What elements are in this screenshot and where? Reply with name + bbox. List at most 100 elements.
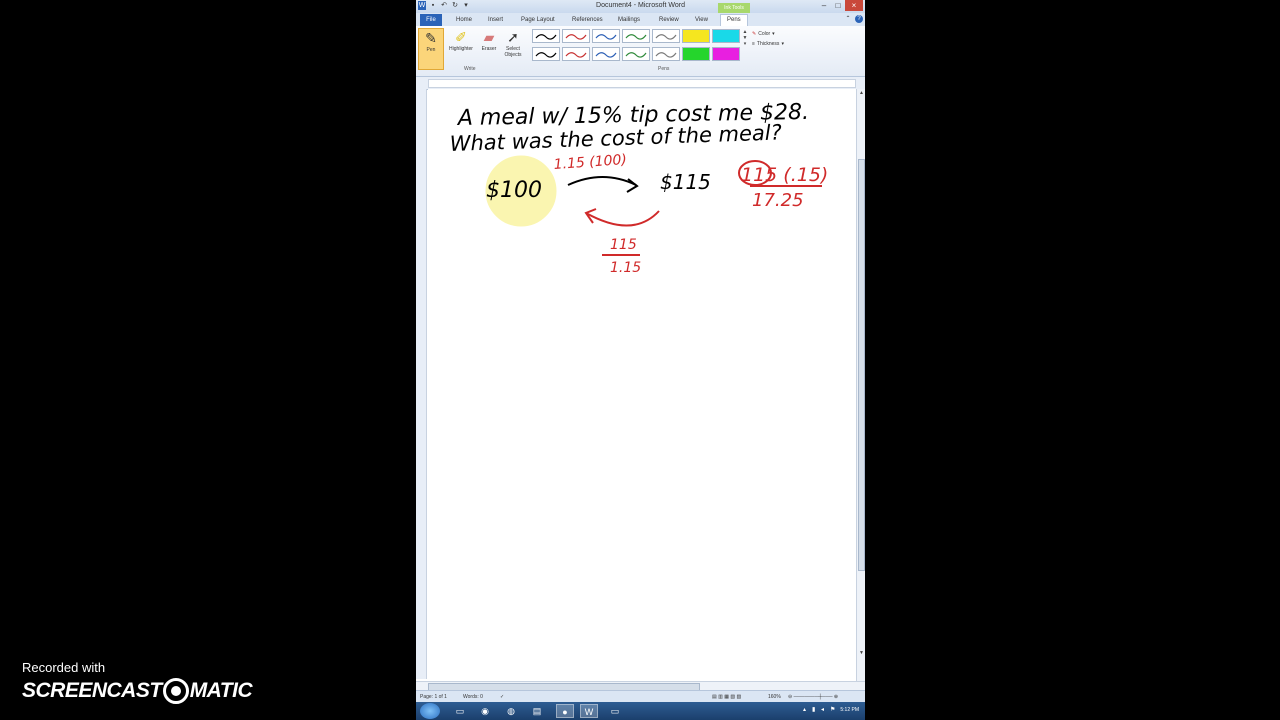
select-objects-button[interactable]: ➚ Select Objects	[500, 28, 526, 68]
ink-drawing: A meal w/ 15% tip cost me $28. What was …	[449, 100, 828, 276]
clock[interactable]: 5:12 PM	[840, 707, 859, 713]
screen-icon[interactable]: ▭	[606, 704, 624, 718]
app-icon[interactable]: ◍	[502, 704, 520, 718]
network-icon[interactable]: ▮	[812, 707, 817, 714]
tab-mailings[interactable]: Mailings	[618, 15, 640, 26]
pen-swatch-6[interactable]	[682, 29, 710, 43]
system-tray: ▴ ▮ ◂ ⚑	[803, 707, 835, 714]
select-objects-label: Select Objects	[504, 46, 522, 58]
pen-swatch-5[interactable]	[652, 29, 680, 43]
watermark-caption: Recorded with	[22, 660, 106, 675]
vertical-scrollbar[interactable]: ▲ ▼	[856, 89, 865, 681]
chevron-down-icon: ▾	[781, 41, 784, 47]
pen-swatch-10[interactable]	[592, 47, 620, 61]
tab-insert[interactable]: Insert	[488, 15, 503, 26]
pen-swatch-11[interactable]	[622, 47, 650, 61]
color-dropdown[interactable]: ✎ Color ▾	[752, 29, 812, 39]
ribbon-tabs: File Home Insert Page Layout References …	[416, 13, 865, 26]
ink-tools-context-label: Ink Tools	[718, 3, 750, 13]
pen-swatch-12[interactable]	[652, 47, 680, 61]
ink-left-value: $100	[486, 178, 542, 203]
ink-right-value: $115	[660, 170, 711, 194]
start-button[interactable]	[420, 703, 440, 719]
tab-page-layout[interactable]: Page Layout	[521, 15, 555, 26]
pen-swatch-7[interactable]	[712, 29, 740, 43]
watermark-brand: SCREENCAST MATIC	[22, 678, 253, 704]
close-icon[interactable]: ×	[845, 0, 863, 11]
scroll-up-icon[interactable]: ▲	[857, 89, 865, 97]
pen-swatch-9[interactable]	[562, 47, 590, 61]
write-group-label: Write	[464, 66, 476, 72]
eraser-icon: ▰	[483, 29, 495, 45]
scroll-down-icon[interactable]: ▼	[857, 649, 865, 657]
ink-div-denominator: 1.15	[610, 260, 641, 276]
explorer-icon[interactable]: ▭	[451, 704, 469, 718]
tab-view[interactable]: View	[695, 15, 708, 26]
view-buttons[interactable]: ▤ ▥ ▦ ▧ ▨	[712, 694, 741, 700]
word-count[interactable]: Words: 0	[463, 694, 483, 700]
pens-group-label: Pens	[658, 66, 670, 72]
page-count[interactable]: Page: 1 of 1	[420, 694, 447, 700]
help-icon[interactable]: ?	[855, 15, 863, 23]
highlighter-button[interactable]: ✐ Highlighter	[446, 28, 476, 68]
eraser-button[interactable]: ▰ Eraser	[477, 28, 501, 68]
ink-side-calc: 115 (.15)	[741, 164, 828, 186]
pen-gallery-scroll[interactable]: ▲ ▼ ▾	[741, 29, 749, 65]
vertical-ruler[interactable]	[416, 89, 427, 679]
chevron-down-icon: ▾	[772, 31, 775, 37]
back-arrow	[585, 210, 660, 227]
ink-side-result: 17.25	[752, 190, 804, 211]
flag-icon[interactable]: ⚑	[830, 707, 835, 714]
zoom-slider[interactable]: ⊖ ───────┼─── ⊕	[788, 694, 838, 700]
title-bar: W ▪ ↶ ↻ ▾ Document4 - Microsoft Word Ink…	[416, 0, 865, 13]
pen-swatch-1[interactable]	[532, 29, 560, 43]
folder-icon[interactable]: ▤	[528, 704, 546, 718]
pen-swatch-2[interactable]	[562, 29, 590, 43]
tab-references[interactable]: References	[572, 15, 603, 26]
browser-icon[interactable]: ●	[556, 704, 574, 718]
tab-review[interactable]: Review	[659, 15, 679, 26]
tab-file[interactable]: File	[420, 14, 442, 26]
media-icon[interactable]: ◉	[476, 704, 494, 718]
watermark-brand-right: MATIC	[189, 679, 253, 702]
screencast-watermark: Recorded with SCREENCAST MATIC	[22, 660, 253, 704]
minimize-icon[interactable]: –	[817, 0, 831, 11]
ink-div-numerator: 115	[610, 237, 637, 253]
ink-mult-label: 1.15 (100)	[553, 152, 627, 173]
zoom-level[interactable]: 160%	[768, 694, 781, 700]
word-taskbar-icon[interactable]: W	[580, 704, 598, 718]
ribbon-minimize-icon[interactable]: ⌃	[844, 15, 852, 23]
highlighter-icon: ✐	[455, 29, 467, 45]
pen-swatch-13[interactable]	[682, 47, 710, 61]
ribbon-controls: ⌃ ?	[844, 15, 863, 23]
pen-label: Pen	[426, 47, 436, 53]
watermark-brand-left: SCREENCAST	[22, 679, 162, 702]
forward-arrow	[567, 176, 637, 186]
thickness-label: Thickness	[756, 41, 780, 47]
volume-icon[interactable]: ◂	[821, 707, 826, 714]
tab-home[interactable]: Home	[456, 15, 472, 26]
pen-swatch-14[interactable]	[712, 47, 740, 61]
pen-options: ✎ Color ▾ ≡ Thickness ▾	[752, 29, 812, 59]
select-arrow-icon: ➚	[507, 29, 519, 45]
pen-swatch-8[interactable]	[532, 47, 560, 61]
thickness-dropdown[interactable]: ≡ Thickness ▾	[752, 39, 812, 49]
vertical-scroll-thumb[interactable]	[858, 159, 865, 571]
word-window: W ▪ ↶ ↻ ▾ Document4 - Microsoft Word Ink…	[416, 0, 865, 720]
pen-swatch-3[interactable]	[592, 29, 620, 43]
color-icon: ✎	[752, 31, 757, 37]
tray-icon[interactable]: ▴	[803, 707, 808, 714]
highlighter-label: Highlighter	[449, 46, 473, 52]
tab-pens[interactable]: Pens	[720, 14, 748, 26]
pen-button[interactable]: ✎ Pen	[418, 28, 444, 70]
screencast-lens-icon	[162, 678, 189, 704]
pen-icon: ✎	[425, 30, 437, 46]
thickness-icon: ≡	[752, 41, 755, 47]
document-page[interactable]: A meal w/ 15% tip cost me $28. What was …	[428, 89, 856, 681]
eraser-label: Eraser	[481, 46, 497, 52]
proofing-icon[interactable]: ✓	[500, 694, 504, 700]
pen-swatch-4[interactable]	[622, 29, 650, 43]
maximize-icon[interactable]: □	[831, 0, 845, 11]
taskbar: ▭ ◉ ◍ ▤ ● W ▭ ▴ ▮ ◂ ⚑ 5:12 PM	[416, 702, 865, 720]
pen-gallery	[532, 29, 748, 65]
